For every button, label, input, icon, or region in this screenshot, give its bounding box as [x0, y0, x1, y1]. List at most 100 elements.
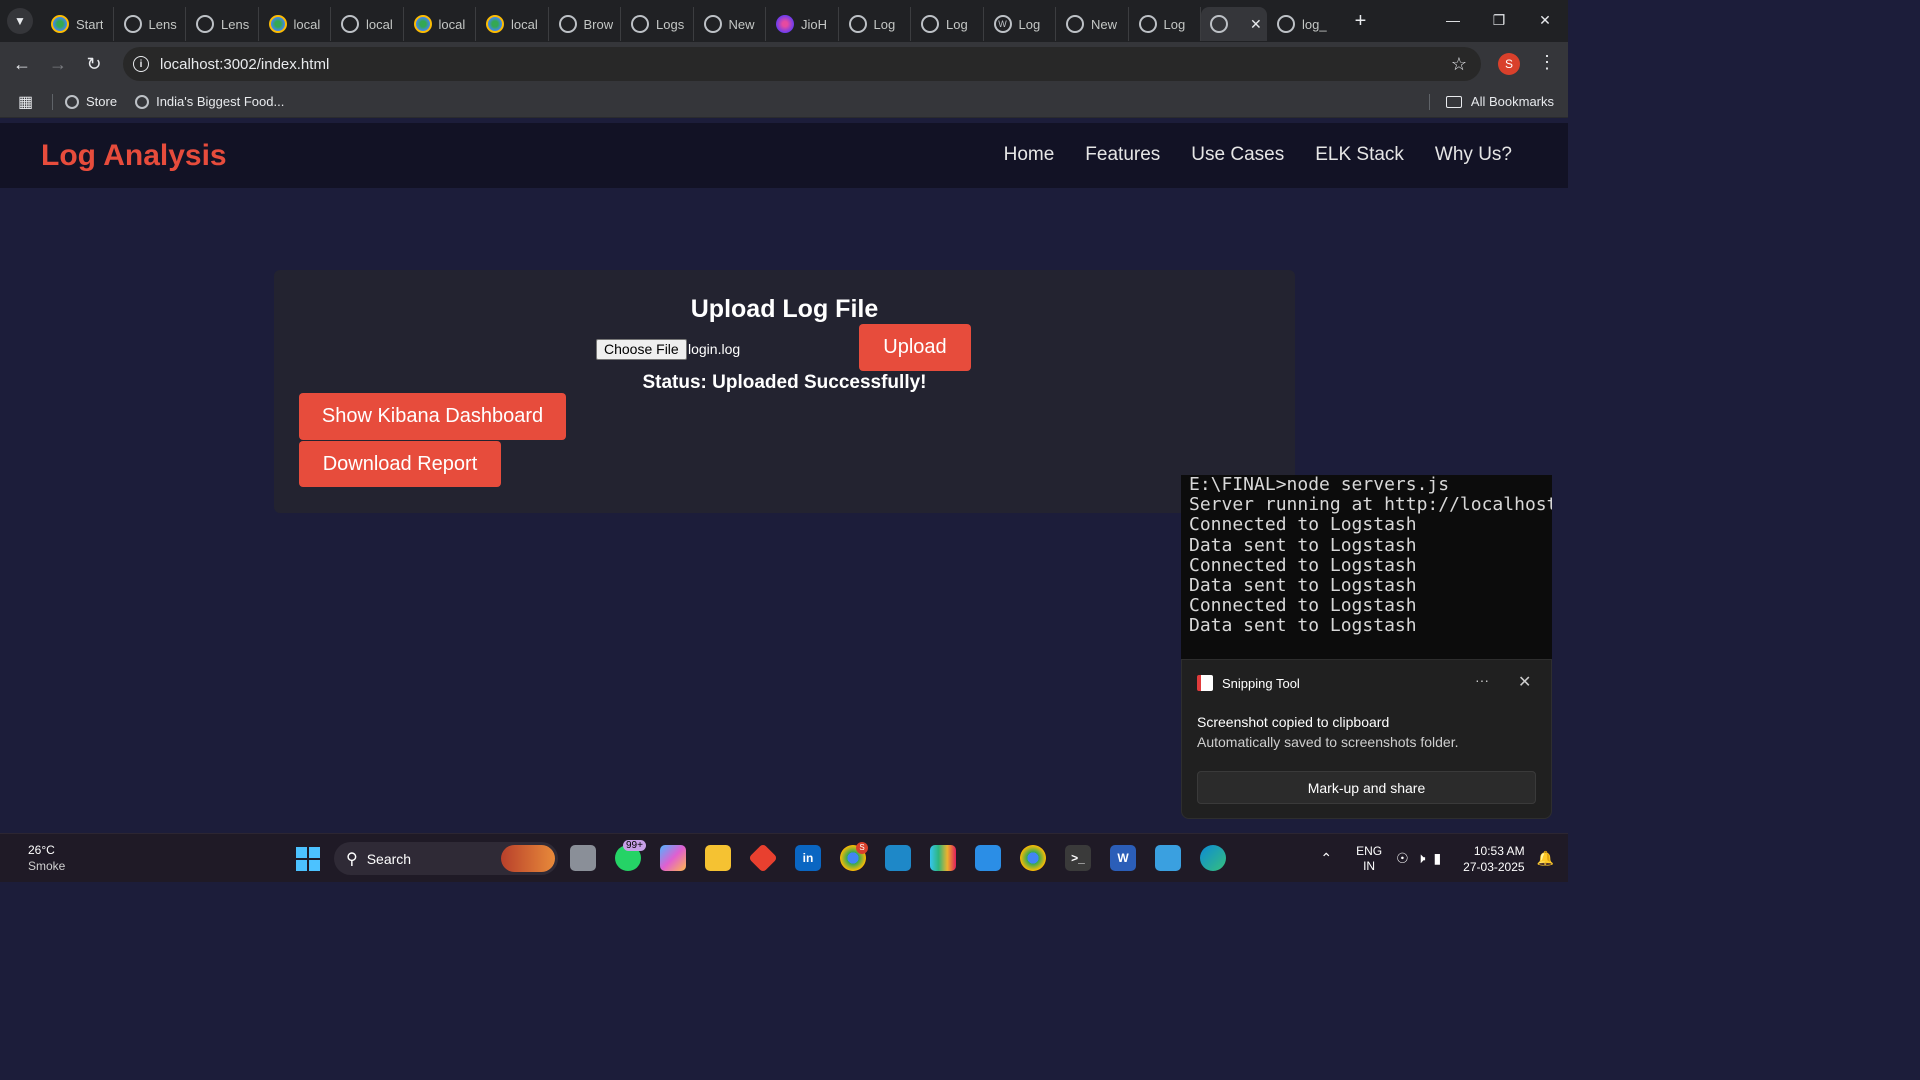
taskbar-search[interactable]: ⚲ Search — [334, 842, 558, 875]
globe-icon — [1277, 15, 1295, 33]
browser-tab[interactable]: Log — [1129, 7, 1201, 41]
nav-use-cases[interactable]: Use Cases — [1191, 144, 1284, 166]
chrome-color-icon — [486, 15, 504, 33]
address-bar[interactable]: i localhost:3002/index.html ☆ — [123, 47, 1481, 81]
close-window-icon[interactable]: ✕ — [1522, 0, 1568, 40]
nav-features[interactable]: Features — [1085, 144, 1160, 166]
terminal-line: Connected to Logstash — [1189, 514, 1417, 536]
back-button[interactable]: ← — [4, 46, 40, 82]
close-icon[interactable]: ✕ — [1518, 672, 1531, 692]
upload-status: Status: Uploaded Successfully! — [642, 372, 927, 393]
taskbar: 26°C Smoke ⚲ Search in >_ W ⌃ ENG IN ☉🕨▮… — [0, 833, 1568, 882]
browser-tab[interactable]: local — [259, 7, 331, 41]
network-volume-battery-icons[interactable]: ☉🕨▮ — [1396, 850, 1449, 867]
nav-elk-stack[interactable]: ELK Stack — [1315, 144, 1404, 166]
chrome-icon — [1066, 15, 1084, 33]
weather-temp: 26°C — [28, 843, 55, 857]
bookmark-store[interactable]: Store — [65, 94, 117, 109]
word-icon[interactable]: W — [1110, 845, 1136, 871]
restore-icon[interactable]: ❐ — [1476, 0, 1522, 40]
photos-icon[interactable] — [1155, 845, 1181, 871]
site-logo[interactable]: Log Analysis — [41, 139, 227, 173]
site-nav: Home Features Use Cases ELK Stack Why Us… — [1004, 144, 1512, 166]
chevron-down-icon: ▼ — [14, 14, 26, 28]
menu-kebab-icon[interactable]: ⋮ — [1538, 52, 1556, 73]
browser-tab-active[interactable]: ✕ — [1201, 7, 1267, 41]
chevron-up-icon[interactable]: ⌃ — [1320, 850, 1332, 867]
site-header: Log Analysis Home Features Use Cases ELK… — [0, 123, 1568, 188]
browser-tab[interactable]: Lens — [114, 7, 186, 41]
browser-tab[interactable]: JioH — [766, 7, 839, 41]
notification-bell-icon[interactable]: 🔔 — [1537, 850, 1554, 867]
language-indicator[interactable]: ENG IN — [1356, 844, 1382, 874]
file-explorer-icon[interactable] — [705, 845, 731, 871]
apps-grid-icon[interactable]: ▦ — [18, 92, 38, 112]
forward-button[interactable]: → — [40, 46, 76, 82]
copilot-icon[interactable] — [660, 845, 686, 871]
tab-strip: ▼ Start Lens Lens local local local loca… — [0, 0, 1568, 42]
browser-tab[interactable]: local — [476, 7, 549, 41]
browser-tab[interactable]: Logs — [621, 7, 694, 41]
search-highlight-image — [501, 845, 555, 872]
browser-tab[interactable]: local — [404, 7, 476, 41]
all-bookmarks[interactable]: All Bookmarks — [1428, 93, 1554, 110]
nav-home[interactable]: Home — [1004, 144, 1055, 166]
chrome-dev-icon[interactable] — [1020, 845, 1046, 871]
browser-tab[interactable]: Log — [911, 7, 984, 41]
weather-widget[interactable]: 26°C Smoke — [28, 842, 65, 874]
slack-icon[interactable] — [930, 845, 956, 871]
tab-search-button[interactable]: ▼ — [7, 8, 33, 34]
bookmark-food[interactable]: India's Biggest Food... — [135, 94, 284, 109]
bookmark-star-icon[interactable]: ☆ — [1451, 54, 1467, 75]
windows-start-icon[interactable] — [296, 847, 320, 871]
lang-line2: IN — [1363, 858, 1376, 873]
browser-tab[interactable]: Lens — [186, 7, 259, 41]
site-info-icon[interactable]: i — [133, 56, 149, 72]
linkedin-icon[interactable]: in — [795, 845, 821, 871]
browser-toolbar: ← → ↻ i localhost:3002/index.html ☆ S ⋮ — [0, 42, 1568, 86]
selected-file-name: login.log — [688, 341, 741, 357]
new-tab-button[interactable]: + — [1346, 10, 1376, 33]
edge-icon[interactable] — [1200, 845, 1226, 871]
wordpress-icon: W — [993, 15, 1012, 33]
terminal-line: E:\FINAL>node servers.js — [1189, 475, 1450, 495]
browser-tab[interactable]: Log — [839, 7, 911, 41]
terminal-line: Connected to Logstash — [1189, 554, 1417, 576]
nav-why-us[interactable]: Why Us? — [1435, 144, 1512, 166]
task-view-icon[interactable] — [570, 845, 596, 871]
chrome-color-icon — [413, 15, 432, 33]
browser-tab[interactable]: Brow — [549, 7, 621, 41]
show-kibana-button[interactable]: Show Kibana Dashboard — [299, 393, 566, 440]
globe-icon — [135, 94, 150, 109]
upload-button[interactable]: Upload — [859, 324, 971, 371]
terminal-line: Data sent to Logstash — [1189, 534, 1417, 556]
choose-file-button[interactable]: Choose File — [596, 339, 687, 360]
search-label: Search — [366, 850, 412, 867]
clock[interactable]: 10:53 AM 27-03-2025 — [1463, 843, 1524, 875]
url-text[interactable]: localhost:3002/index.html — [160, 56, 329, 73]
browser-tab[interactable]: Start — [41, 7, 114, 41]
terminal-line: Data sent to Logstash — [1189, 575, 1417, 597]
browser-tab[interactable]: local — [331, 7, 404, 41]
vscode-icon[interactable] — [975, 845, 1001, 871]
remote-desktop-icon[interactable] — [885, 845, 911, 871]
close-tab-icon[interactable]: ✕ — [1250, 16, 1262, 33]
toast-app-name: Snipping Tool — [1222, 676, 1300, 691]
browser-tab[interactable]: log_ — [1267, 7, 1340, 41]
download-report-button[interactable]: Download Report — [299, 441, 501, 487]
profile-avatar[interactable]: S — [1498, 53, 1520, 75]
more-options-icon[interactable]: ··· — [1475, 672, 1489, 688]
snipping-tool-notification[interactable]: Snipping Tool ··· ✕ Screenshot copied to… — [1181, 659, 1552, 819]
markup-and-share-button[interactable]: Mark-up and share — [1197, 771, 1536, 804]
terminal-line: Server running at http://localhost — [1189, 494, 1552, 516]
git-icon[interactable] — [748, 843, 778, 873]
terminal-window[interactable]: E:\FINAL>node servers.js Server running … — [1181, 475, 1552, 659]
window-controls: — ❐ ✕ — [1430, 0, 1568, 42]
reload-button[interactable]: ↻ — [76, 46, 112, 82]
jio-icon — [776, 15, 794, 33]
browser-tab[interactable]: New — [694, 7, 766, 41]
minimize-icon[interactable]: — — [1430, 0, 1476, 40]
terminal-icon[interactable]: >_ — [1065, 845, 1091, 871]
browser-tab[interactable]: New — [1056, 7, 1129, 41]
browser-tab[interactable]: W Log — [984, 7, 1056, 41]
